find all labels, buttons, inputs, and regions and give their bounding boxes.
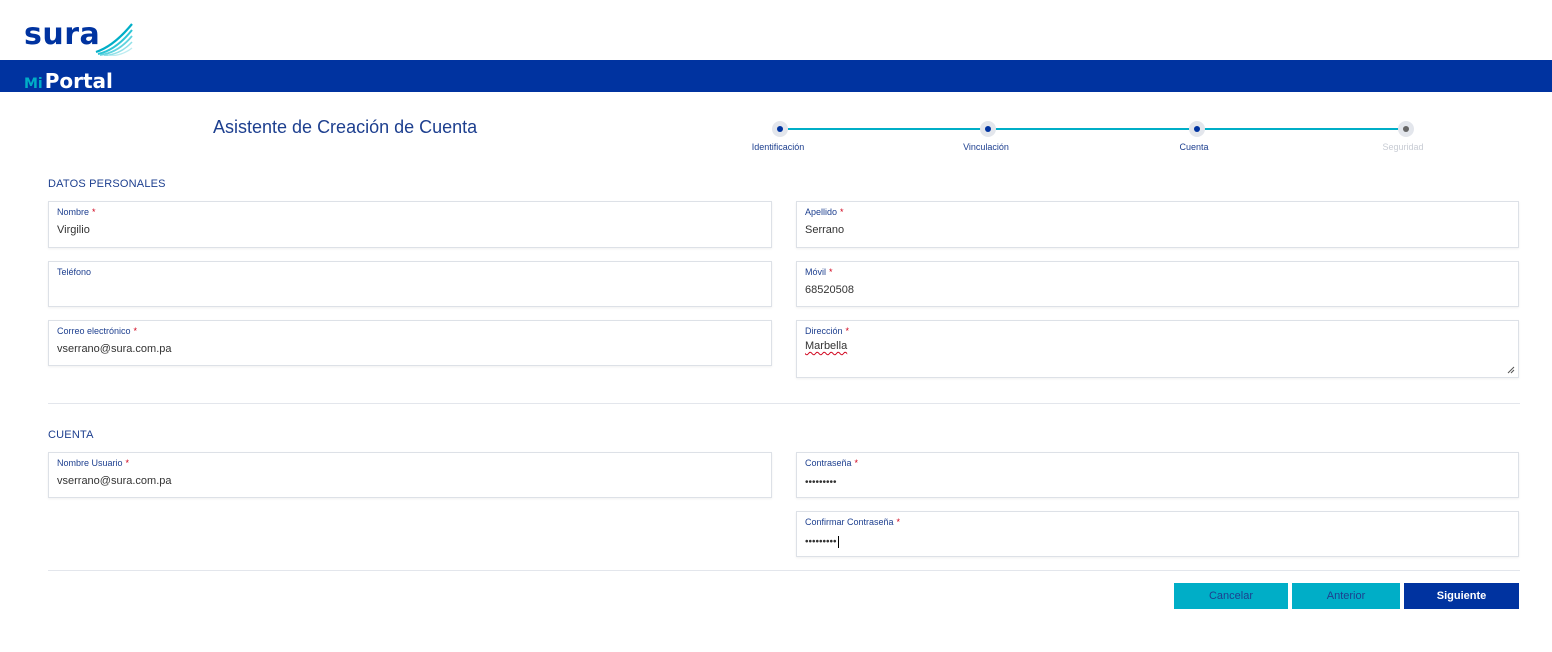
usuario-input[interactable] [57, 475, 763, 487]
step-dot-identificacion [772, 121, 788, 137]
contrasena-input[interactable]: ••••••••• [805, 477, 1510, 488]
header: sura [0, 0, 1552, 60]
step-label-identificacion: Identificación [751, 142, 805, 152]
sura-logo[interactable]: sura [24, 14, 134, 56]
wizard-stepper: Identificación Vinculación Cuenta Seguri… [740, 120, 1460, 160]
wing-icon [95, 23, 134, 56]
confirmar-field: Confirmar Contraseña * ••••••••• [796, 511, 1519, 557]
footer-divider [48, 570, 1520, 571]
resize-handle-icon[interactable] [1507, 366, 1515, 374]
confirmar-label: Confirmar Contraseña * [805, 517, 901, 527]
step-label-vinculacion: Vinculación [963, 142, 1009, 152]
section-divider [48, 403, 1520, 404]
account-heading: CUENTA [48, 429, 94, 441]
direccion-textarea[interactable]: Marbella [805, 340, 1510, 352]
telefono-input[interactable] [57, 284, 763, 296]
apellido-field: Apellido * [796, 201, 1519, 248]
contrasena-field: Contraseña * ••••••••• [796, 452, 1519, 498]
miportal-logo[interactable]: Mi Portal [24, 69, 113, 93]
correo-input[interactable] [57, 343, 763, 355]
wizard-title: Asistente de Creación de Cuenta [213, 117, 478, 137]
direccion-field: Dirección * Marbella [796, 320, 1519, 378]
portal-name-text: Portal [44, 69, 113, 93]
correo-label: Correo electrónico * [57, 326, 138, 336]
nombre-label: Nombre * [57, 207, 96, 217]
confirmar-input[interactable]: ••••••••• [805, 536, 1510, 548]
logo-text: sura [24, 17, 101, 52]
contrasena-label: Contraseña * [805, 458, 859, 468]
usuario-label: Nombre Usuario * [57, 458, 130, 468]
movil-label: Móvil * [805, 267, 833, 277]
previous-button[interactable]: Anterior [1292, 583, 1400, 609]
next-button[interactable]: Siguiente [1404, 583, 1519, 609]
telefono-field: Teléfono [48, 261, 772, 307]
step-dot-vinculacion [980, 121, 996, 137]
telefono-label: Teléfono [57, 267, 92, 277]
top-navbar: Mi Portal [0, 60, 1552, 93]
apellido-label: Apellido * [805, 207, 844, 217]
apellido-input[interactable] [805, 224, 1510, 236]
correo-field: Correo electrónico * [48, 320, 772, 366]
personal-data-heading: DATOS PERSONALES [48, 178, 166, 190]
step-dot-cuenta [1189, 121, 1205, 137]
nombre-input[interactable] [57, 224, 763, 236]
step-connector [788, 128, 1409, 130]
movil-field: Móvil * [796, 261, 1519, 307]
usuario-field: Nombre Usuario * [48, 452, 772, 498]
nombre-field: Nombre * [48, 201, 772, 248]
direccion-label: Dirección * [805, 326, 850, 336]
step-dot-seguridad [1398, 121, 1414, 137]
cancel-button[interactable]: Cancelar [1174, 583, 1288, 609]
step-label-cuenta: Cuenta [1179, 142, 1209, 152]
step-label-seguridad: Seguridad [1382, 142, 1424, 152]
text-caret [837, 536, 839, 548]
portal-mi-text: Mi [24, 76, 43, 92]
movil-input[interactable] [805, 284, 1510, 296]
